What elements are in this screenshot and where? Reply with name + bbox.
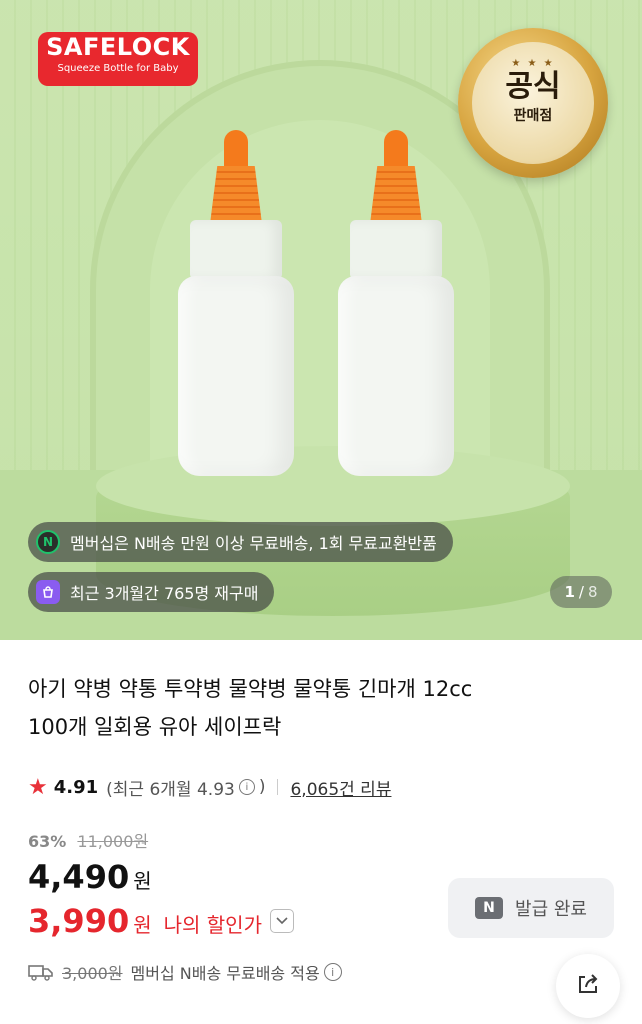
pager-total: 8	[587, 583, 598, 601]
membership-shipping-text: 멤버십은 N배송 만원 이상 무료배송, 1회 무료교환반품	[70, 534, 437, 553]
badge-stars-icon: ★ ★ ★	[511, 58, 555, 69]
sale-price: 4,490 원	[28, 858, 152, 896]
rating-score: 4.91	[53, 776, 99, 798]
recent-rating-prefix: (최근 6개월 4.93	[106, 779, 235, 800]
divider	[277, 779, 279, 795]
original-price: 11,000원	[77, 832, 149, 851]
sale-price-value: 4,490	[28, 858, 130, 896]
shipping-text: 멤버십 N배송 무료배송 적용	[130, 964, 320, 983]
repurchase-chip[interactable]: 최근 3개월간 765명 재구매	[28, 572, 275, 612]
share-button[interactable]	[556, 954, 620, 1018]
product-bottle-left	[166, 130, 306, 490]
info-icon[interactable]: i	[238, 779, 255, 795]
coupon-issued-button[interactable]: N 발급 완료	[448, 878, 614, 938]
truck-icon	[28, 963, 62, 981]
shipping-row: 3,000원 멤버십 N배송 무료배송 적용 i	[28, 960, 342, 984]
brand-logo-tagline: Squeeze Bottle for Baby	[57, 63, 179, 74]
repurchase-text: 최근 3개월간 765명 재구매	[70, 584, 259, 603]
sale-price-currency: 원	[133, 869, 152, 893]
naver-n-icon: N	[475, 897, 504, 919]
product-bottle-right	[326, 130, 466, 490]
shipping-info-icon[interactable]: i	[323, 963, 342, 981]
review-count-link[interactable]: 6,065건 리뷰	[290, 775, 391, 800]
my-discount-price: 3,990 원 나의 할인가	[28, 902, 294, 940]
pager-separator: /	[578, 583, 584, 601]
product-title-line1: 아기 약병 약통 투약병 물약병 물약통 긴마개 12cc	[28, 677, 473, 701]
official-seller-badge: ★ ★ ★ 공식 판매점	[458, 28, 608, 178]
image-pager: 1 / 8	[550, 576, 612, 608]
my-price-label: 나의 할인가	[163, 913, 262, 937]
my-price-currency: 원	[133, 913, 152, 937]
brand-logo: SAFELOCK Squeeze Bottle for Baby	[38, 32, 198, 86]
my-price-value: 3,990	[28, 902, 130, 940]
chevron-down-icon[interactable]	[269, 909, 294, 933]
membership-shipping-chip[interactable]: N 멤버십은 N배송 만원 이상 무료배송, 1회 무료교환반품	[28, 522, 453, 562]
discount-row: 63% 11,000원	[28, 828, 148, 852]
product-title: 아기 약병 약통 투약병 물약병 물약통 긴마개 12cc 100개 일회용 유…	[28, 670, 618, 746]
badge-line2: 판매점	[513, 108, 553, 124]
recent-rating-suffix: )	[258, 777, 266, 797]
pager-current: 1	[564, 583, 575, 601]
star-icon: ★	[28, 774, 48, 800]
old-shipping-fee: 3,000원	[62, 964, 123, 983]
repurchase-bag-icon	[36, 580, 60, 604]
product-image-carousel[interactable]: SAFELOCK Squeeze Bottle for Baby ★ ★ ★ 공…	[0, 0, 642, 640]
badge-line1: 공식	[505, 69, 561, 104]
discount-percent: 63%	[28, 832, 67, 851]
rating-row: ★ 4.91 (최근 6개월 4.93 i ) 6,065건 리뷰	[28, 772, 391, 802]
product-title-line2: 100개 일회용 유아 세이프락	[28, 715, 282, 739]
coupon-label: 발급 완료	[515, 899, 587, 920]
naver-membership-icon: N	[36, 530, 60, 554]
brand-logo-name: SAFELOCK	[46, 33, 190, 61]
share-icon	[575, 971, 601, 1001]
